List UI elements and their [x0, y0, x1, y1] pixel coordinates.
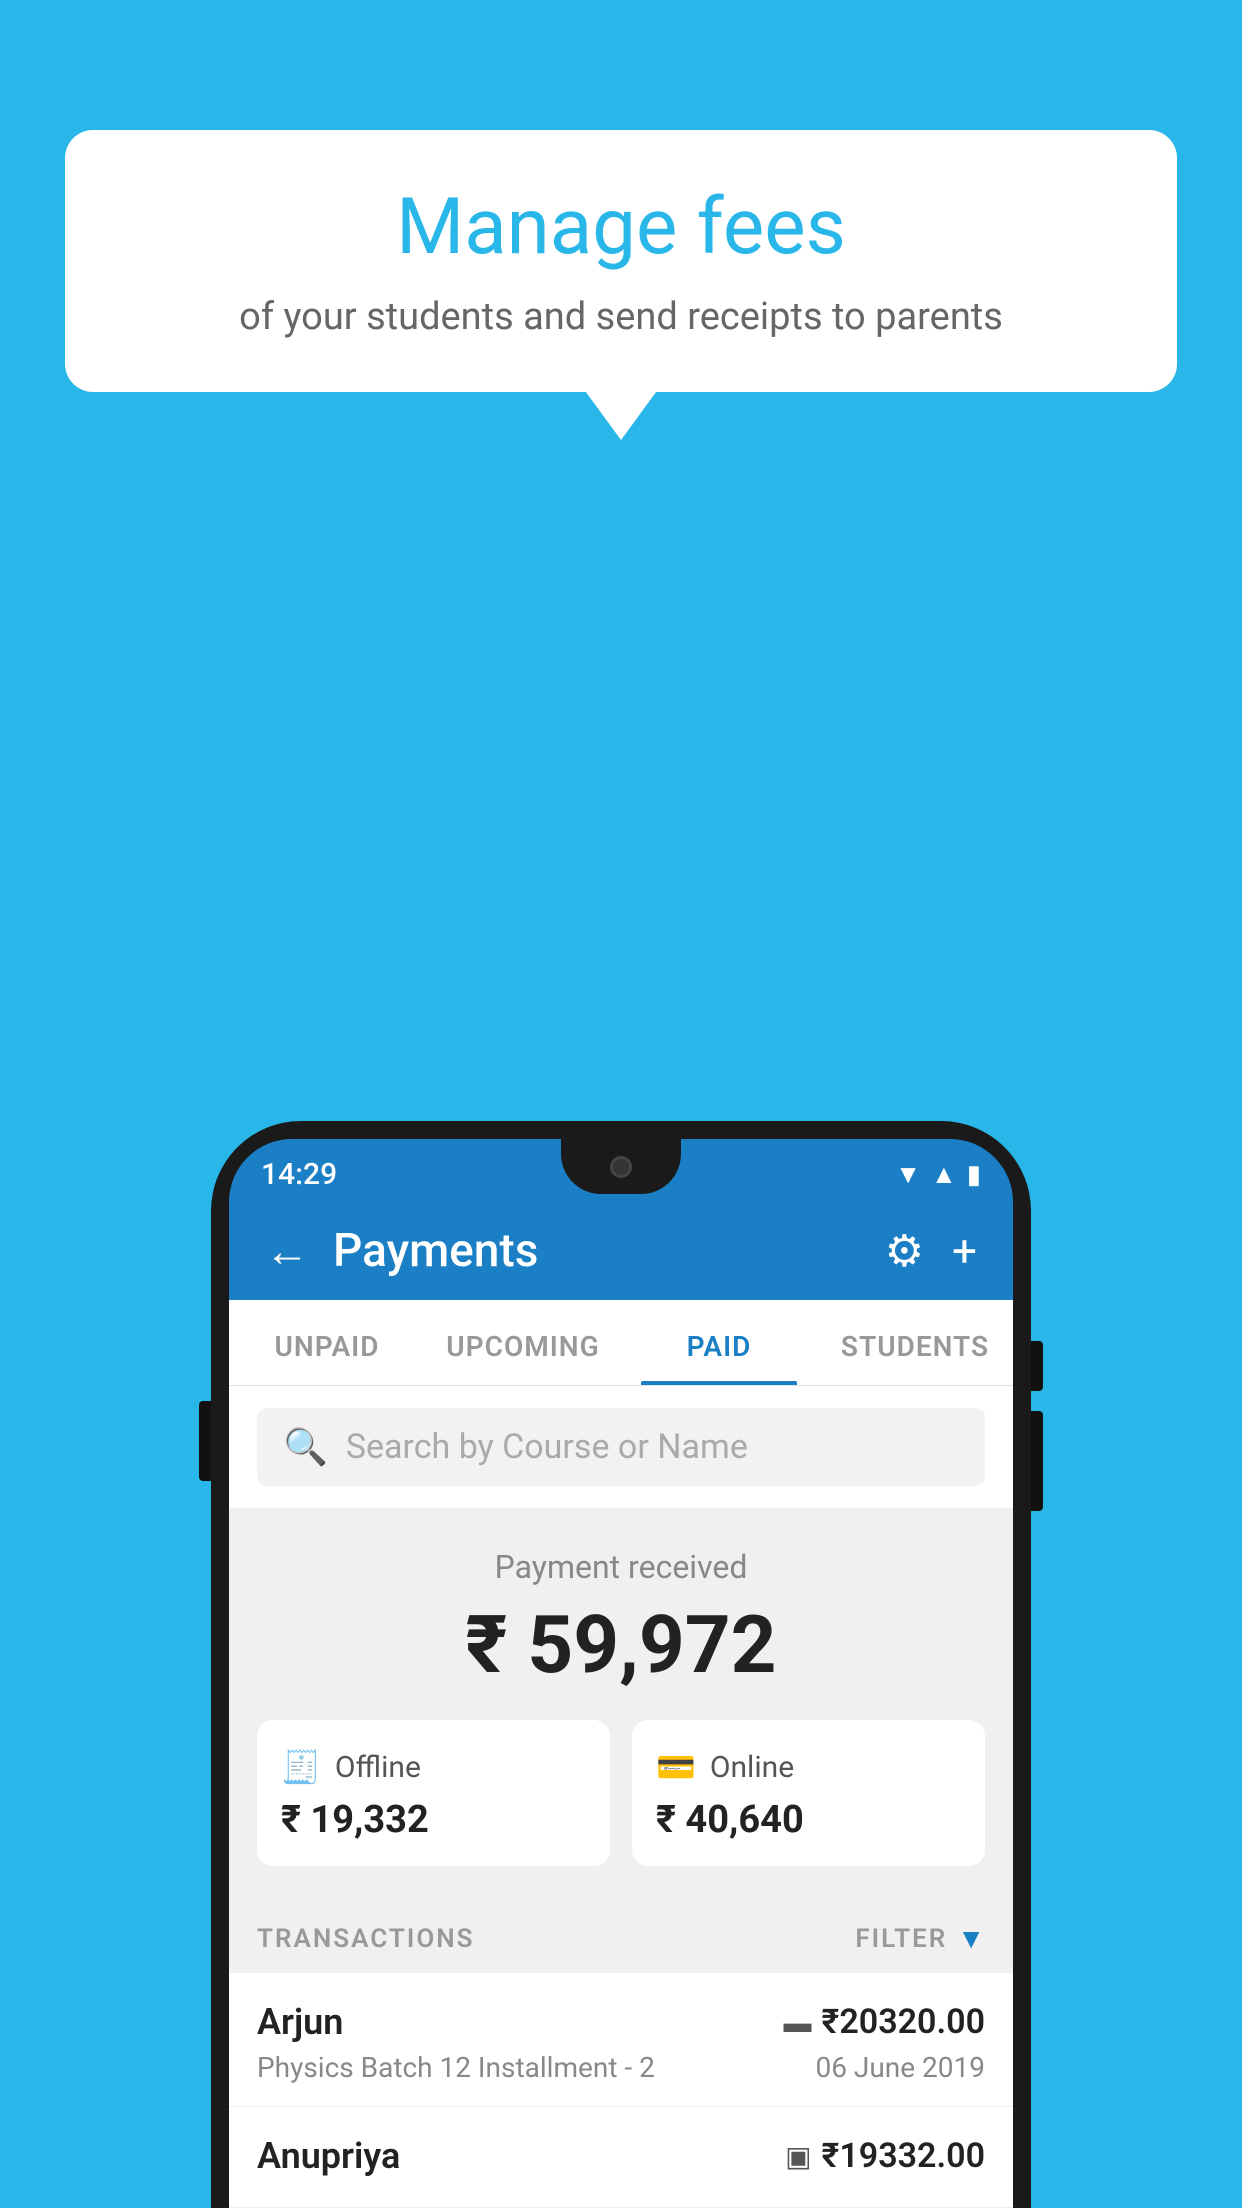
signal-icon: ▲: [931, 1159, 957, 1190]
offline-amount: ₹ 19,332: [281, 1798, 586, 1842]
filter-icon: ▼: [957, 1922, 985, 1955]
payment-cards: 🧾 Offline ₹ 19,332 💳 Online ₹ 40,640: [257, 1720, 985, 1866]
app-header: ← Payments ⚙ +: [229, 1202, 1013, 1300]
settings-button[interactable]: ⚙: [885, 1225, 924, 1277]
transaction-date-1: 06 June 2019: [815, 2051, 985, 2084]
table-row[interactable]: Anupriya ▣ ₹19332.00: [229, 2107, 1013, 2208]
power-button: [1031, 1341, 1043, 1391]
header-right: ⚙ +: [885, 1225, 977, 1277]
transaction-name-1: Arjun: [257, 2001, 343, 2043]
offline-payment-card: 🧾 Offline ₹ 19,332: [257, 1720, 610, 1866]
transaction-amount-2: ₹19332.00: [822, 2136, 985, 2176]
speech-bubble: Manage fees of your students and send re…: [65, 130, 1177, 392]
transaction-desc-1: Physics Batch 12 Installment - 2: [257, 2051, 655, 2084]
transactions-label: TRANSACTIONS: [257, 1924, 475, 1954]
back-button[interactable]: ←: [265, 1229, 309, 1273]
status-time: 14:29: [261, 1157, 337, 1192]
payment-summary: Payment received ₹ 59,972 🧾 Offline ₹ 19…: [229, 1508, 1013, 1894]
bubble-title: Manage fees: [125, 185, 1117, 271]
transaction-top-2: Anupriya ▣ ₹19332.00: [257, 2135, 985, 2177]
offline-label: Offline: [335, 1750, 421, 1785]
transaction-top-1: Arjun ▬ ₹20320.00: [257, 2001, 985, 2043]
table-row[interactable]: Arjun ▬ ₹20320.00 Physics Batch 12 Insta…: [229, 1973, 1013, 2107]
payment-total-amount: ₹ 59,972: [257, 1598, 985, 1692]
tab-paid[interactable]: PAID: [621, 1300, 817, 1385]
volume-button: [199, 1401, 211, 1481]
speech-bubble-container: Manage fees of your students and send re…: [65, 130, 1177, 392]
payment-received-label: Payment received: [257, 1548, 985, 1586]
phone-notch: [561, 1139, 681, 1194]
volume-button-right: [1031, 1411, 1043, 1511]
cash-payment-icon-2: ▣: [785, 2140, 811, 2173]
bubble-subtitle: of your students and send receipts to pa…: [125, 293, 1117, 342]
offline-card-top: 🧾 Offline: [281, 1748, 586, 1786]
transaction-amount-row-2: ▣ ₹19332.00: [785, 2136, 985, 2176]
filter-row[interactable]: FILTER ▼: [855, 1922, 985, 1955]
online-card-top: 💳 Online: [656, 1748, 961, 1786]
page-title: Payments: [333, 1224, 538, 1278]
online-payment-card: 💳 Online ₹ 40,640: [632, 1720, 985, 1866]
search-icon: 🔍: [283, 1426, 328, 1468]
phone-mockup: 14:29 ▼ ▲ ▮ ← Payments ⚙ +: [211, 1121, 1031, 2208]
phone-outer: 14:29 ▼ ▲ ▮ ← Payments ⚙ +: [211, 1121, 1031, 2208]
online-amount: ₹ 40,640: [656, 1798, 961, 1842]
online-icon: 💳: [656, 1748, 696, 1786]
battery-icon: ▮: [967, 1160, 981, 1190]
online-label: Online: [710, 1750, 794, 1785]
status-icons: ▼ ▲ ▮: [895, 1159, 981, 1190]
tab-upcoming[interactable]: UPCOMING: [425, 1300, 621, 1385]
tab-unpaid[interactable]: UNPAID: [229, 1300, 425, 1385]
search-input[interactable]: Search by Course or Name: [346, 1427, 748, 1467]
search-bar: 🔍 Search by Course or Name: [229, 1386, 1013, 1508]
header-left: ← Payments: [265, 1224, 538, 1278]
card-payment-icon-1: ▬: [784, 2006, 812, 2039]
tab-students[interactable]: STUDENTS: [817, 1300, 1013, 1385]
app-content: 🔍 Search by Course or Name Payment recei…: [229, 1386, 1013, 2208]
transaction-amount-1: ₹20320.00: [822, 2002, 985, 2042]
transaction-amount-row-1: ▬ ₹20320.00: [784, 2002, 985, 2042]
tabs-bar: UNPAID UPCOMING PAID STUDENTS: [229, 1300, 1013, 1386]
transaction-name-2: Anupriya: [257, 2135, 400, 2177]
front-camera: [610, 1156, 632, 1178]
filter-label: FILTER: [855, 1924, 947, 1954]
add-button[interactable]: +: [952, 1225, 977, 1277]
offline-icon: 🧾: [281, 1748, 321, 1786]
transaction-bottom-1: Physics Batch 12 Installment - 2 06 June…: [257, 2051, 985, 2084]
transactions-header: TRANSACTIONS FILTER ▼: [229, 1894, 1013, 1973]
search-input-row[interactable]: 🔍 Search by Course or Name: [257, 1408, 985, 1486]
wifi-icon: ▼: [895, 1159, 921, 1190]
